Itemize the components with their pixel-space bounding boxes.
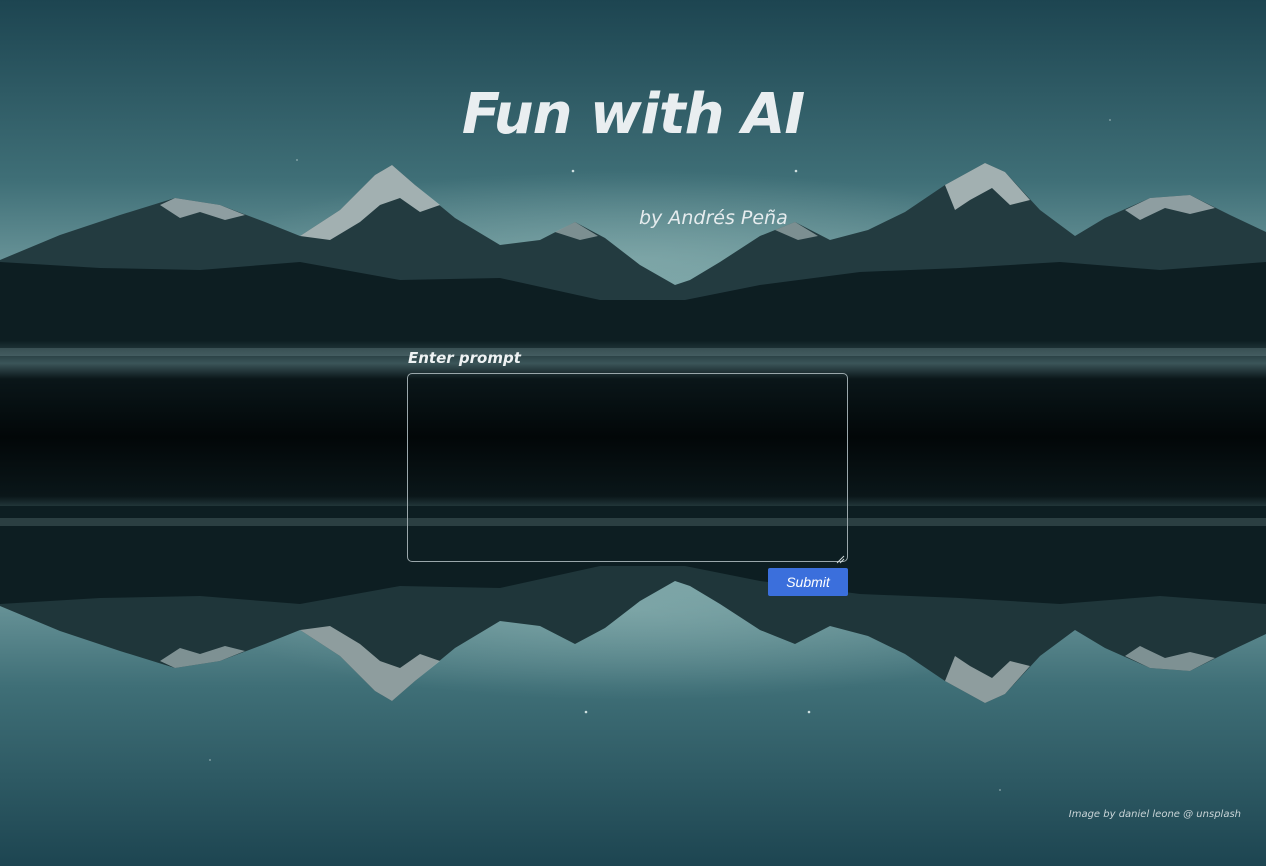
resize-handle-icon[interactable] [835, 549, 845, 564]
page-title: Fun with AI [461, 82, 805, 147]
submit-button[interactable]: Submit [768, 568, 848, 596]
author-byline: by Andrés Peña [639, 207, 788, 229]
prompt-textarea[interactable] [407, 373, 848, 562]
image-credit: Image by daniel leone @ unsplash [1068, 809, 1241, 820]
prompt-label: Enter prompt [408, 349, 521, 367]
